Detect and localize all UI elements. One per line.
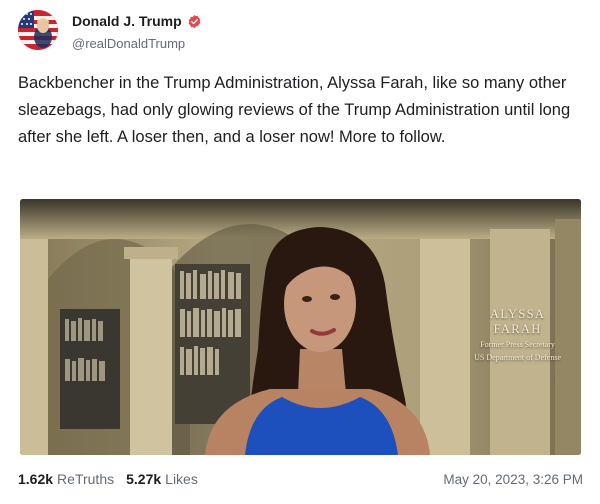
caption-name-line1: ALYSSA: [489, 307, 546, 321]
video-caption: ALYSSA FARAH Former Press Secretary US D…: [474, 307, 561, 363]
flag-portrait-avatar: [18, 10, 58, 50]
retruths-stat[interactable]: 1.62k ReTruths: [18, 471, 114, 487]
verified-badge-icon: [188, 14, 201, 28]
post-timestamp[interactable]: May 20, 2023, 3:26 PM: [443, 472, 583, 487]
truth-post: Donald J. Trump @realDonaldTrump Backben…: [0, 0, 600, 504]
author-handle[interactable]: @realDonaldTrump: [72, 36, 185, 51]
post-media-video[interactable]: ALYSSA FARAH Former Press Secretary US D…: [20, 199, 581, 455]
retruths-label: ReTruths: [57, 471, 115, 487]
likes-count: 5.27k: [126, 471, 162, 487]
caption-title-line2: US Department of Defense: [474, 353, 561, 362]
author-name-row: Donald J. Trump: [72, 13, 202, 29]
caption-name-line2: FARAH: [493, 322, 542, 336]
post-footer: 1.62k ReTruths 5.27k Likes May 20, 2023, 3…: [18, 471, 583, 487]
post-body: Backbencher in the Trump Administration,…: [18, 74, 571, 146]
likes-stat[interactable]: 5.27k Likes: [126, 471, 198, 487]
avatar[interactable]: [18, 10, 58, 50]
caption-title-line1: Former Press Secretary: [480, 340, 555, 349]
author-display-name[interactable]: Donald J. Trump: [72, 13, 182, 29]
likes-label: Likes: [165, 471, 198, 487]
retruths-count: 1.62k: [18, 471, 54, 487]
